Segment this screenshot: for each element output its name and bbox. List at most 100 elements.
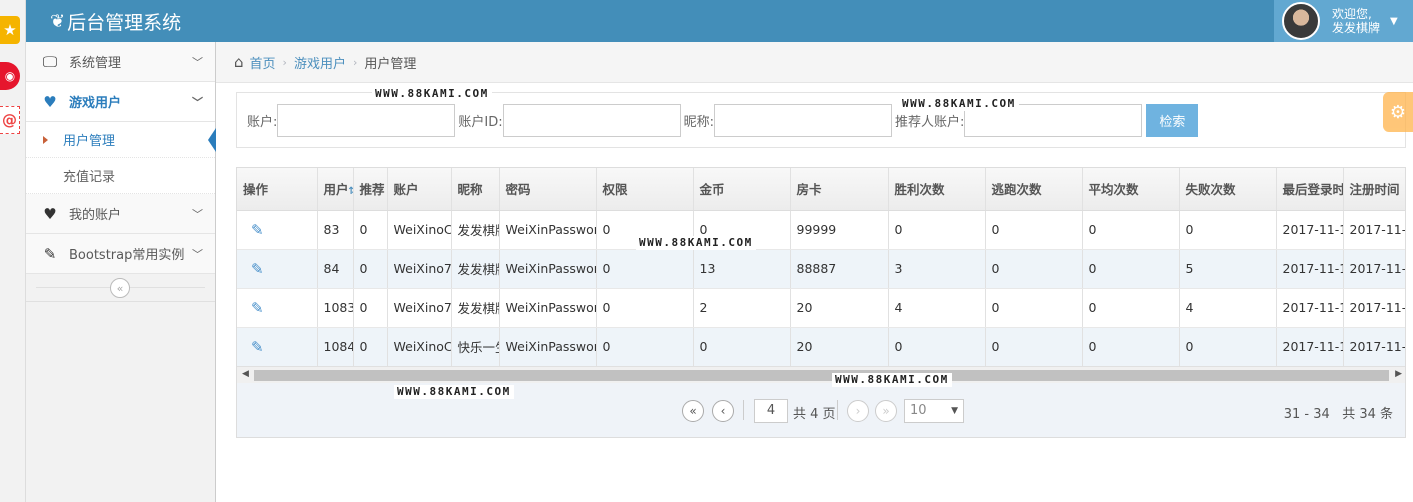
sidebar-item-system[interactable]: 🖵 系统管理 ﹀ xyxy=(26,42,215,82)
table-cell: 0 xyxy=(596,288,694,328)
column-header[interactable]: 推荐 xyxy=(353,168,388,211)
table-cell: WeiXino7 xyxy=(387,249,452,289)
page-number-input[interactable]: 4 xyxy=(754,399,788,423)
table-cell: 2017-11-18 xyxy=(1276,210,1344,250)
watermark: WWW.88KAMI.COM xyxy=(394,385,514,399)
table-cell: 83 xyxy=(317,210,354,250)
table-row[interactable]: ✎10840WeiXinoC快乐一生WeiXinPassword00200000… xyxy=(237,327,1405,367)
nickname-input[interactable] xyxy=(714,103,893,137)
table-cell: 0 xyxy=(353,288,388,328)
subitem-label: 充值记录 xyxy=(63,170,116,185)
column-header[interactable]: 最后登录时 xyxy=(1276,168,1344,211)
table-row[interactable]: ✎840WeiXino7发发棋牌WeiXinPassword0138888730… xyxy=(237,249,1405,289)
breadcrumb-home[interactable]: 首页 xyxy=(250,53,276,72)
edit-cell: ✎ xyxy=(237,327,318,367)
sidebar-item-bootstrap-examples[interactable]: ✎ Bootstrap常用实例 ﹀ xyxy=(26,234,215,274)
sidebar-item-label: Bootstrap常用实例 xyxy=(69,248,185,263)
table-cell: 20 xyxy=(790,327,889,367)
star-icon[interactable]: ★ xyxy=(0,16,20,44)
referrer-label: 推荐人账户: xyxy=(895,114,965,130)
table-cell: 2017-11-18 xyxy=(1276,288,1344,328)
gear-icon[interactable]: ⚙ xyxy=(1383,92,1413,132)
chevron-down-icon: ﹀ xyxy=(192,55,203,69)
column-header[interactable]: 失败次数 xyxy=(1179,168,1277,211)
column-header[interactable]: 房卡 xyxy=(790,168,889,211)
sidebar-item-game-users[interactable]: ♥ 游戏用户 ﹀ xyxy=(26,82,215,122)
column-header[interactable]: 逃跑次数 xyxy=(985,168,1083,211)
prev-page-icon[interactable]: ‹ xyxy=(712,400,734,422)
scroll-right-icon[interactable]: ▶ xyxy=(1395,369,1402,379)
caret-down-icon: ▼ xyxy=(951,406,958,416)
account-id-input[interactable] xyxy=(502,103,681,137)
user-menu[interactable]: 欢迎您, 发发棋牌 ▼ xyxy=(1274,0,1413,42)
table-cell: 13 xyxy=(693,249,791,289)
pencil-icon[interactable]: ✎ xyxy=(251,260,264,278)
app-title: 后台管理系统 xyxy=(67,11,182,34)
sidebar-subitem-user-management[interactable]: 用户管理 xyxy=(26,122,216,158)
double-chevron-left-icon[interactable]: « xyxy=(110,278,130,298)
table-row[interactable]: ✎10830WeiXino7发发棋牌WeiXinPassword02204004… xyxy=(237,288,1405,328)
record-range: 31 - 34 xyxy=(1283,407,1330,422)
scroll-left-icon[interactable]: ◀ xyxy=(242,369,249,379)
pencil-icon[interactable]: ✎ xyxy=(251,338,264,356)
search-button[interactable]: 检索 xyxy=(1146,103,1199,137)
pencil-icon[interactable]: ✎ xyxy=(251,221,264,239)
table-cell: 20 xyxy=(790,288,889,328)
table-cell: 99999 xyxy=(790,210,889,250)
first-page-icon[interactable]: « xyxy=(682,400,704,422)
table-cell: WeiXinoC xyxy=(387,327,452,367)
table-row[interactable]: ✎830WeiXinoC发发棋牌WeiXinPassword0099999000… xyxy=(237,210,1405,250)
sidebar-item-my-account[interactable]: ♥ 我的账户 ﹀ xyxy=(26,194,215,234)
sidebar: 🖵 系统管理 ﹀ ♥ 游戏用户 ﹀ 用户管理 充值记录 ♥ 我的账户 ﹀ ✎ B… xyxy=(26,42,216,502)
column-header[interactable]: 金币 xyxy=(693,168,791,211)
table-cell: 0 xyxy=(1179,327,1277,367)
chevron-down-icon: ﹀ xyxy=(192,207,203,221)
table-cell: 0 xyxy=(985,288,1083,328)
table-cell: 2017-11-18 xyxy=(1343,210,1405,250)
column-header[interactable]: 权限 xyxy=(596,168,694,211)
column-header[interactable]: 平均次数 xyxy=(1082,168,1180,211)
welcome-text: 欢迎您, 发发棋牌 xyxy=(1332,7,1380,35)
table-cell: 0 xyxy=(1082,288,1180,328)
sidebar-subitem-recharge-records[interactable]: 充值记录 xyxy=(26,158,215,194)
avatar xyxy=(1282,2,1320,40)
column-header-label: 用户 xyxy=(323,182,349,198)
table-cell: 发发棋牌 xyxy=(451,210,500,250)
left-toolbar: ★ ◉ @ xyxy=(0,0,26,502)
breadcrumb: ⌂ 首页 › 游戏用户 › 用户管理 xyxy=(216,42,1413,83)
watermark: WWW.88KAMI.COM xyxy=(636,236,756,250)
table-cell: 2 xyxy=(693,288,791,328)
table-cell: 1084 xyxy=(317,327,354,367)
column-header[interactable]: 注册时间 xyxy=(1343,168,1405,211)
column-header[interactable]: 密码 xyxy=(499,168,597,211)
next-page-icon[interactable]: › xyxy=(847,400,869,422)
watermark: WWW.88KAMI.COM xyxy=(372,87,492,101)
table-cell: 0 xyxy=(1082,327,1180,367)
page-size-select[interactable]: 10 ▼ xyxy=(904,399,964,423)
table-cell: 发发棋牌 xyxy=(451,288,500,328)
account-input[interactable] xyxy=(277,103,456,137)
column-header[interactable]: 用户⇅ xyxy=(317,168,354,211)
table-cell: 1083 xyxy=(317,288,354,328)
caret-down-icon: ▼ xyxy=(1390,15,1398,27)
scrollbar-thumb[interactable] xyxy=(254,370,1389,381)
breadcrumb-game-users[interactable]: 游戏用户 xyxy=(294,53,346,72)
heart-icon: ♥ xyxy=(43,204,57,223)
last-page-icon[interactable]: » xyxy=(875,400,897,422)
email-icon[interactable]: @ xyxy=(0,106,20,134)
horizontal-scrollbar[interactable]: ◀ ▶ xyxy=(237,366,1405,383)
pencil-icon[interactable]: ✎ xyxy=(251,299,264,317)
account-id-label: 账户ID: xyxy=(458,114,503,130)
column-header[interactable]: 胜利次数 xyxy=(888,168,986,211)
table-cell: 0 xyxy=(888,327,986,367)
table-cell: WeiXinPassword xyxy=(499,327,597,367)
table-cell: 0 xyxy=(693,327,791,367)
table-cell: WeiXinPassword xyxy=(499,249,597,289)
column-header[interactable]: 账户 xyxy=(387,168,452,211)
weibo-icon[interactable]: ◉ xyxy=(0,62,20,90)
table-cell: 2017-11-18 xyxy=(1343,249,1405,289)
table-body: ✎830WeiXinoC发发棋牌WeiXinPassword0099999000… xyxy=(237,210,1405,367)
column-header[interactable]: 操作 xyxy=(237,168,318,211)
brand[interactable]: ❦ 后台管理系统 xyxy=(50,0,181,42)
column-header[interactable]: 昵称 xyxy=(451,168,500,211)
